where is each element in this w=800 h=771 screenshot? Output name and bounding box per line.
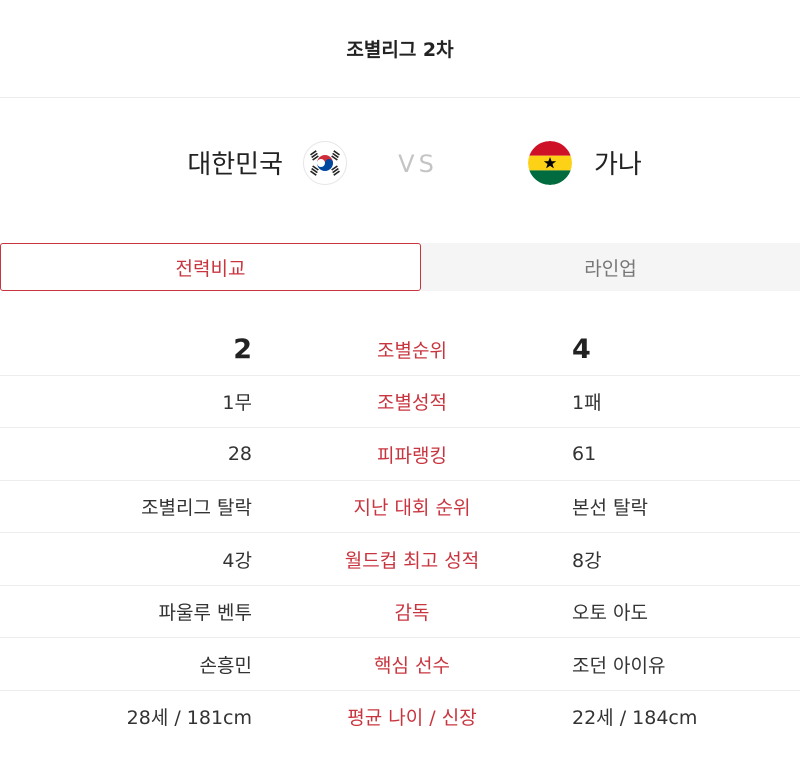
stat-row-key-player: 손흥민 핵심 선수 조던 아이유 [0, 638, 800, 691]
stat-row-age-height: 28세 / 181cm 평균 나이 / 신장 22세 / 184cm [0, 691, 800, 744]
tab-lineup[interactable]: 라인업 [421, 243, 800, 291]
away-stat-value: 본선 탈락 [572, 497, 648, 519]
away-stat-value: 22세 / 184cm [572, 707, 698, 729]
page-title: 조별리그 2차 [346, 39, 454, 61]
away-stat-value: 1패 [572, 392, 602, 414]
vs-label: VS [398, 150, 438, 178]
stat-label: 피파랭킹 [377, 444, 447, 467]
stat-label: 지난 대회 순위 [353, 497, 471, 519]
stat-label: 조별순위 [377, 339, 447, 362]
page-header: 조별리그 2차 [0, 0, 800, 98]
stat-row-coach: 파울루 벤투 감독 오토 아도 [0, 586, 800, 638]
away-stat-value: 61 [572, 443, 597, 465]
stat-row-group-record: 1무 조별성적 1패 [0, 376, 800, 428]
stat-row-best-result: 4강 월드컵 최고 성적 8강 [0, 533, 800, 586]
away-stat-value: 조던 아이유 [572, 654, 666, 677]
away-stat-value: 8강 [572, 549, 602, 572]
away-stat-value: 오토 아도 [572, 602, 648, 624]
stat-label: 감독 [394, 602, 430, 624]
ghana-flag-icon [528, 141, 572, 185]
away-stat-value: 4 [572, 333, 591, 365]
tab-comparison[interactable]: 전력비교 [0, 243, 421, 291]
stat-row-last-tournament: 조별리그 탈락 지난 대회 순위 본선 탈락 [0, 481, 800, 533]
stat-label: 월드컵 최고 성적 [344, 549, 480, 572]
stat-label: 핵심 선수 [374, 654, 450, 677]
stat-row-group-rank: 2 조별순위 4 [0, 323, 800, 376]
away-team-name: 가나 [594, 150, 642, 180]
tab-bar: 전력비교 라인업 [0, 243, 800, 291]
matchup-banner: 대한민국 VS 가나 [0, 98, 800, 240]
stat-row-fifa-ranking: 28 피파랭킹 61 [0, 428, 800, 481]
stats-table: 2 조별순위 4 1무 조별성적 1패 28 피파랭킹 61 조별리그 탈락 지… [0, 323, 800, 743]
stat-label: 조별성적 [377, 392, 447, 414]
